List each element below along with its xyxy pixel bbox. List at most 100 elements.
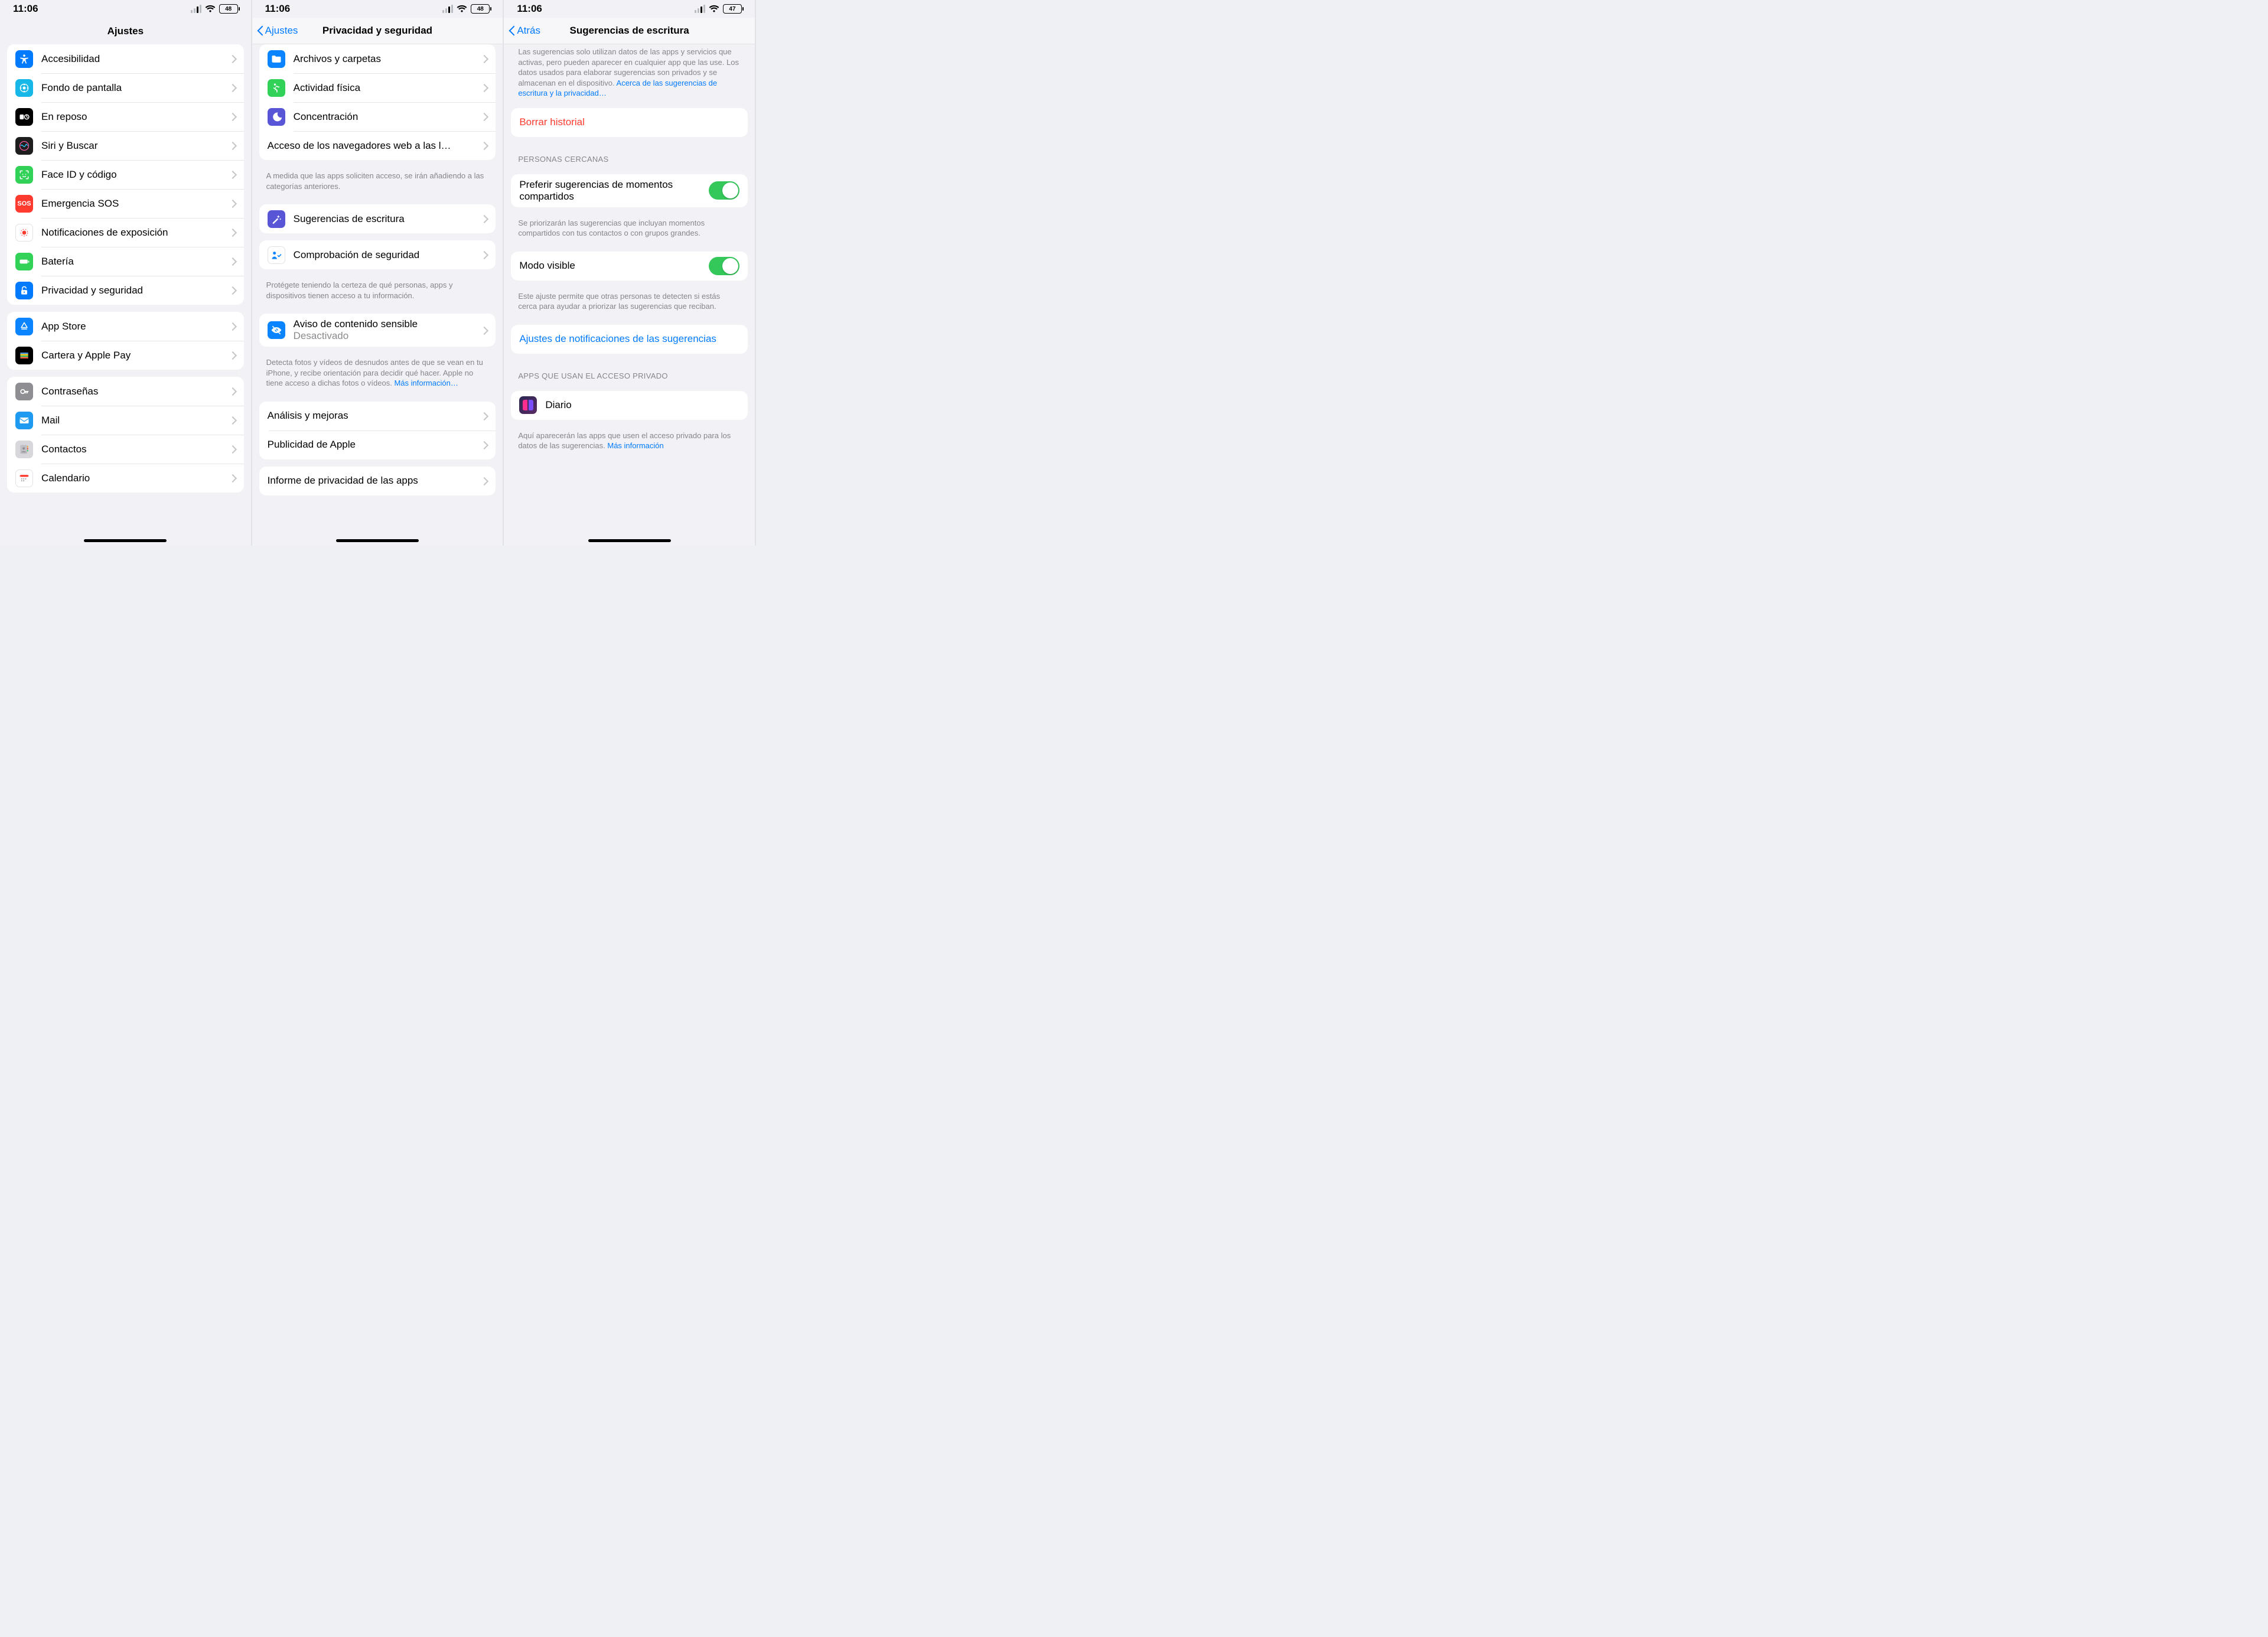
row-en-reposo[interactable]: En reposo bbox=[7, 102, 244, 131]
row-label: Notificaciones de exposición bbox=[41, 227, 225, 239]
row-label: Cartera y Apple Pay bbox=[41, 350, 225, 361]
chevron-right-icon bbox=[231, 171, 236, 178]
clear-history-button[interactable]: Borrar historial bbox=[511, 108, 748, 137]
chevron-right-icon bbox=[231, 387, 236, 395]
intro-note: Las sugerencias solo utilizan datos de l… bbox=[504, 44, 755, 101]
row-publicidad-de-apple[interactable]: Publicidad de Apple bbox=[259, 431, 496, 459]
row-concentracio-n[interactable]: Concentración bbox=[259, 102, 496, 131]
status-right: 48 bbox=[442, 4, 490, 14]
footer-note: Detecta fotos y vídeos de desnudos antes… bbox=[252, 354, 503, 394]
row-ana-lisis-y-mejoras[interactable]: Análisis y mejoras bbox=[259, 402, 496, 431]
row-accesibilidad[interactable]: Accesibilidad bbox=[7, 44, 244, 73]
app-row-diario[interactable]: Diario bbox=[511, 391, 748, 420]
chevron-right-icon bbox=[231, 142, 236, 149]
notification-settings-link[interactable]: Ajustes de notificaciones de las sugeren… bbox=[511, 325, 748, 354]
row-label: Emergencia SOS bbox=[41, 198, 225, 210]
row-label: Comprobación de seguridad bbox=[294, 249, 477, 261]
mail-icon bbox=[15, 412, 33, 429]
footer-note: A medida que las apps soliciten acceso, … bbox=[252, 167, 503, 197]
more-info-link[interactable]: Más información bbox=[607, 441, 663, 450]
folder-icon bbox=[268, 50, 285, 68]
row-label: Privacidad y seguridad bbox=[41, 285, 225, 296]
row-actividad-fi-sica[interactable]: Actividad física bbox=[259, 73, 496, 102]
row-label: Siri y Buscar bbox=[41, 140, 225, 152]
row-bateri-a[interactable]: Batería bbox=[7, 247, 244, 276]
row-privacidad-y-seguridad[interactable]: Privacidad y seguridad bbox=[7, 276, 244, 305]
status-time: 11:06 bbox=[517, 3, 542, 15]
home-indicator[interactable] bbox=[336, 539, 419, 542]
accessibility-icon bbox=[15, 50, 33, 68]
page-title: Privacidad y seguridad bbox=[322, 25, 432, 37]
row-contactos[interactable]: Contactos bbox=[7, 435, 244, 464]
settings-list[interactable]: AccesibilidadFondo de pantallaEn reposo S… bbox=[0, 44, 251, 546]
privacy-icon bbox=[15, 282, 33, 299]
row-calendario[interactable]: Calendario bbox=[7, 464, 244, 493]
row-cartera-y-apple-pay[interactable]: Cartera y Apple Pay bbox=[7, 341, 244, 370]
row-label: Acceso de los navegadores web a las l… bbox=[268, 140, 477, 152]
row-fondo-de-pantalla[interactable]: Fondo de pantalla bbox=[7, 73, 244, 102]
row-archivos-y-carpetas[interactable]: Archivos y carpetas bbox=[259, 44, 496, 73]
privacy-list[interactable]: Archivos y carpetas Actividad física Conce… bbox=[252, 44, 503, 546]
switch-icon[interactable] bbox=[709, 257, 739, 275]
more-info-link[interactable]: Más información… bbox=[394, 379, 458, 387]
row-emergencia-sos[interactable]: SOS Emergencia SOS bbox=[7, 189, 244, 218]
sos-icon: SOS bbox=[15, 195, 33, 213]
chevron-right-icon bbox=[231, 113, 236, 120]
standby-icon bbox=[15, 108, 33, 126]
row-label: Contactos bbox=[41, 444, 225, 455]
row-comprobacio-n-de-seguridad[interactable]: Comprobación de seguridad bbox=[259, 240, 496, 269]
status-bar: 11:06 47 bbox=[504, 0, 755, 18]
chevron-right-icon bbox=[483, 477, 487, 485]
battery-icon bbox=[15, 253, 33, 270]
footer-note: Este ajuste permite que otras personas t… bbox=[504, 288, 755, 318]
safety-icon bbox=[268, 246, 285, 264]
journal-app-icon bbox=[519, 396, 537, 414]
page-title: Sugerencias de escritura bbox=[570, 25, 689, 37]
chevron-right-icon bbox=[483, 142, 487, 149]
row-aviso-de-contenido-sensible[interactable]: Aviso de contenido sensibleDesactivado bbox=[259, 314, 496, 347]
switch-icon[interactable] bbox=[709, 181, 739, 200]
page-title: Ajustes bbox=[107, 25, 144, 37]
suggestions-list[interactable]: Las sugerencias solo utilizan datos de l… bbox=[504, 44, 755, 546]
row-label: Actividad física bbox=[294, 82, 477, 94]
chevron-right-icon bbox=[483, 55, 487, 63]
row-label: Aviso de contenido sensible bbox=[294, 318, 477, 330]
chevron-right-icon bbox=[231, 257, 236, 265]
row-label: App Store bbox=[41, 321, 225, 332]
row-app-store[interactable]: App Store bbox=[7, 312, 244, 341]
home-indicator[interactable] bbox=[84, 539, 167, 542]
chevron-right-icon bbox=[231, 200, 236, 207]
chevron-right-icon bbox=[231, 322, 236, 330]
row-acceso-de-los-navegadores-web-[interactable]: Acceso de los navegadores web a las l… bbox=[259, 131, 496, 160]
chevron-right-icon bbox=[483, 441, 487, 449]
row-mail[interactable]: Mail bbox=[7, 406, 244, 435]
row-siri-y-buscar[interactable]: Siri y Buscar bbox=[7, 131, 244, 160]
passwords-icon bbox=[15, 383, 33, 400]
status-time: 11:06 bbox=[265, 3, 291, 15]
row-face-id-y-co-digo[interactable]: Face ID y código bbox=[7, 160, 244, 189]
home-indicator[interactable] bbox=[588, 539, 671, 542]
wifi-icon bbox=[457, 5, 467, 13]
toggle-visible-mode[interactable]: Modo visible bbox=[511, 252, 748, 281]
row-label: Batería bbox=[41, 256, 225, 268]
back-button[interactable]: Ajustes bbox=[257, 25, 298, 37]
exposure-icon bbox=[15, 224, 33, 242]
chevron-right-icon bbox=[231, 351, 236, 359]
row-sugerencias-de-escritura[interactable]: Sugerencias de escritura bbox=[259, 204, 496, 233]
row-contrasen-as[interactable]: Contraseñas bbox=[7, 377, 244, 406]
row-label: Publicidad de Apple bbox=[268, 439, 477, 451]
wifi-icon bbox=[205, 5, 216, 13]
back-button[interactable]: Atrás bbox=[509, 25, 540, 37]
row-label: Contraseñas bbox=[41, 386, 225, 397]
chevron-right-icon bbox=[483, 113, 487, 120]
section-header-apps: APPS QUE USAN EL ACCESO PRIVADO bbox=[504, 361, 755, 384]
row-notificaciones-de-exposicio-n[interactable]: Notificaciones de exposición bbox=[7, 218, 244, 247]
chevron-right-icon bbox=[483, 251, 487, 259]
contacts-icon bbox=[15, 441, 33, 458]
toggle-prefer-shared[interactable]: Preferir sugerencias de momentos compart… bbox=[511, 174, 748, 207]
calendar-icon bbox=[15, 469, 33, 487]
nav-header: Atrás Sugerencias de escritura bbox=[504, 18, 755, 44]
row-informe-de-privacidad-de-las-a[interactable]: Informe de privacidad de las apps bbox=[259, 467, 496, 495]
row-label: Mail bbox=[41, 415, 225, 426]
chevron-right-icon bbox=[231, 55, 236, 63]
